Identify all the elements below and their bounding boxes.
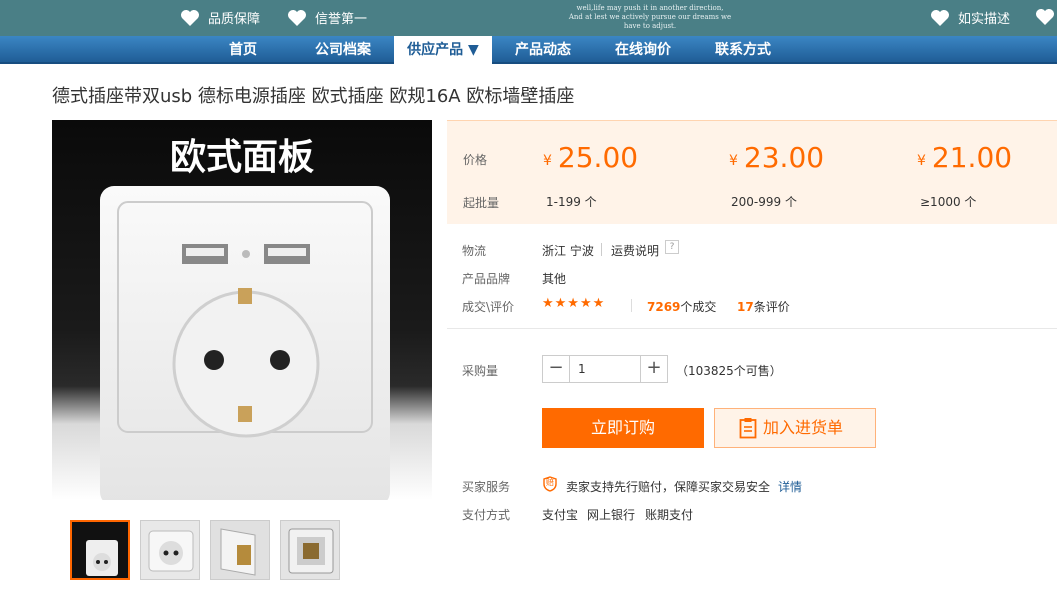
shield-icon-text: 赔	[546, 478, 554, 487]
brand-label: 产品品牌	[462, 272, 511, 286]
slogan: well,life may push it in another directi…	[560, 4, 740, 31]
quantity-label: 采购量	[462, 364, 499, 378]
add-to-purchase-list-label: 加入进货单	[763, 418, 844, 437]
heart-icon	[288, 9, 306, 26]
led-indicator	[242, 250, 250, 258]
price-tier-3-value: 21.00	[931, 141, 1013, 174]
logistics-divider	[601, 243, 602, 256]
usb-slot-right	[268, 248, 306, 256]
nav-home[interactable]: 首页	[200, 36, 286, 64]
deals-count-value: 7269	[647, 300, 681, 314]
service-details-link[interactable]: 详情	[778, 478, 802, 495]
logistics-location: 浙江 宁波	[542, 244, 594, 258]
top-banner: 品质保障 信誉第一 well,life may push it in anoth…	[0, 0, 1057, 36]
ground-clip-bottom	[238, 406, 252, 422]
payment-method-online-banking: 网上银行	[587, 508, 636, 522]
brand-value: 其他	[542, 272, 567, 286]
freight-link[interactable]: 运费说明	[611, 242, 659, 259]
decrement-button[interactable]: −	[543, 356, 569, 382]
socket-illustration	[100, 186, 390, 500]
thumbnail-4[interactable]	[280, 520, 340, 580]
partial-badge	[1035, 8, 1057, 26]
section-divider	[447, 328, 1057, 329]
logistics-label: 物流	[462, 244, 487, 258]
heart-icon	[181, 9, 199, 26]
reputation-badge-label: 信誉第一	[315, 12, 368, 27]
price-tier-3: ¥21.00	[917, 141, 1012, 174]
thumbnail-3[interactable]	[210, 520, 270, 580]
qty-range-1: 1-199 个	[546, 195, 597, 209]
qty-range-3: ≥1000 个	[920, 195, 977, 209]
help-icon[interactable]: ?	[665, 240, 679, 254]
thumbnail-strip	[70, 520, 340, 580]
shield-icon: 赔	[542, 476, 558, 492]
payment-method-alipay: 支付宝	[542, 508, 579, 522]
price-tier-1: ¥25.00	[543, 141, 638, 174]
rating-stars: ★★★★★	[542, 296, 606, 311]
deals-count-suffix: 个成交	[680, 300, 717, 314]
quality-badge: 品质保障	[180, 8, 260, 27]
reviews-count-value: 17	[737, 300, 754, 314]
nav-company-profile[interactable]: 公司档案	[300, 36, 386, 64]
service-text: 卖家支持先行赔付，保障买家交易安全	[566, 480, 771, 494]
reputation-badge: 信誉第一	[287, 8, 367, 27]
thumbnail-1[interactable]	[70, 520, 130, 580]
price-tier-2-value: 23.00	[743, 141, 825, 174]
slogan-line-2: And at lest we actively pursue our dream…	[568, 13, 732, 30]
accurate-description-badge: 如实描述	[930, 8, 1010, 27]
quality-badge-label: 品质保障	[208, 12, 261, 27]
service-label: 买家服务	[462, 480, 511, 494]
deals-divider	[631, 299, 632, 312]
moq-label: 起批量	[463, 196, 500, 210]
increment-button[interactable]: +	[641, 356, 667, 382]
thumbnail-socket-side-icon	[220, 528, 256, 576]
currency-symbol: ¥	[729, 153, 738, 169]
add-to-purchase-list-button[interactable]: 加入进货单	[714, 408, 876, 448]
accurate-description-label: 如实描述	[958, 12, 1011, 27]
price-label: 价格	[463, 153, 488, 167]
pin-hole-right	[270, 350, 290, 370]
slogan-line-1: well,life may push it in another directi…	[576, 4, 724, 12]
deals-label: 成交\评价	[462, 300, 515, 314]
usb-slot-left	[186, 248, 224, 256]
price-tier-2: ¥23.00	[729, 141, 824, 174]
thumbnail-socket-back-icon	[288, 528, 334, 574]
thumbnail-socket-icon	[148, 530, 194, 572]
ground-clip-top	[238, 288, 252, 304]
thumbnail-socket-icon	[86, 540, 118, 576]
heart-icon	[931, 9, 949, 26]
buy-now-button[interactable]: 立即订购	[542, 408, 704, 448]
payment-label: 支付方式	[462, 508, 511, 522]
thumbnail-2[interactable]	[140, 520, 200, 580]
price-panel: 价格 起批量 ¥25.00 1-199 个 ¥23.00 200-999 个 ¥…	[447, 120, 1057, 224]
qty-range-2: 200-999 个	[731, 195, 797, 209]
clipboard-icon	[739, 418, 757, 439]
nav-inquiry[interactable]: 在线询价	[600, 36, 686, 64]
price-tier-1-value: 25.00	[557, 141, 639, 174]
currency-symbol: ¥	[543, 153, 552, 169]
product-title: 德式插座带双usb 德标电源插座 欧式插座 欧规16A 欧标墙壁插座	[52, 86, 575, 107]
quantity-input[interactable]: 1	[569, 356, 641, 382]
reviews-count-suffix: 条评价	[753, 300, 790, 314]
nav-product-news[interactable]: 产品动态	[500, 36, 586, 64]
stock-available: （103825个可售）	[676, 364, 782, 378]
product-main-image[interactable]: 欧式面板	[52, 120, 432, 500]
nav-products[interactable]: 供应产品 ▼	[394, 36, 492, 64]
heart-icon	[1036, 9, 1054, 25]
currency-symbol: ¥	[917, 153, 926, 169]
reviews-count[interactable]: 17条评价	[737, 298, 790, 315]
payment-method-credit-terms: 账期支付	[645, 508, 694, 522]
deals-count[interactable]: 7269个成交	[647, 298, 716, 315]
quantity-stepper: − 1 +	[542, 355, 668, 383]
nav-contact[interactable]: 联系方式	[700, 36, 786, 64]
pin-hole-left	[204, 350, 224, 370]
main-nav: 首页 公司档案 供应产品 ▼ 产品动态 在线询价 联系方式	[0, 36, 1057, 64]
